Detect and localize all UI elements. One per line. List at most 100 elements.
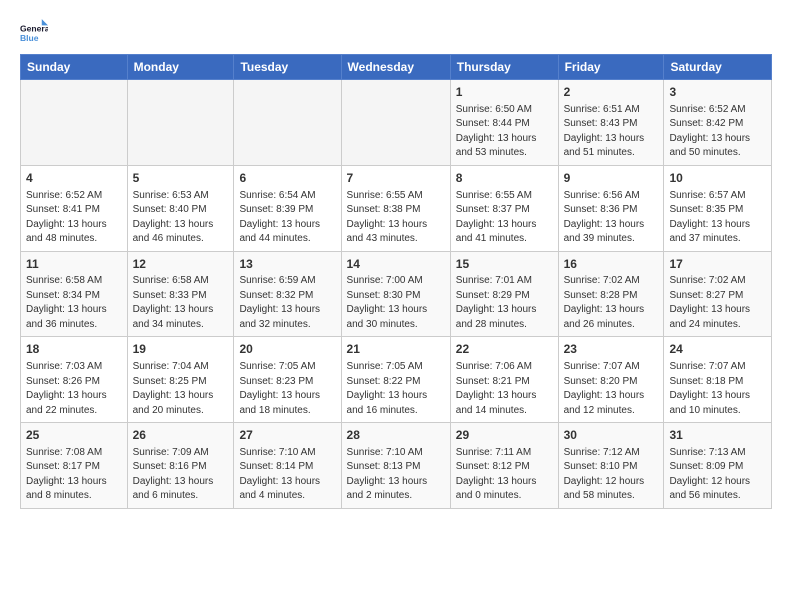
calendar-cell — [127, 80, 234, 166]
day-info: Sunrise: 7:08 AM Sunset: 8:17 PM Dayligh… — [26, 446, 122, 504]
day-number: 17 — [669, 256, 766, 273]
day-number: 11 — [26, 256, 122, 273]
day-info: Sunrise: 7:06 AM Sunset: 8:21 PM Dayligh… — [456, 360, 553, 418]
day-info: Sunrise: 7:13 AM Sunset: 8:09 PM Dayligh… — [669, 446, 766, 504]
day-header-wednesday: Wednesday — [341, 55, 450, 80]
day-info: Sunrise: 7:05 AM Sunset: 8:23 PM Dayligh… — [239, 360, 335, 418]
calendar-cell: 13Sunrise: 6:59 AM Sunset: 8:32 PM Dayli… — [234, 251, 341, 337]
day-info: Sunrise: 7:07 AM Sunset: 8:18 PM Dayligh… — [669, 360, 766, 418]
day-number: 28 — [347, 427, 445, 444]
day-info: Sunrise: 6:55 AM Sunset: 8:38 PM Dayligh… — [347, 189, 445, 247]
calendar-cell — [234, 80, 341, 166]
day-number: 6 — [239, 170, 335, 187]
day-info: Sunrise: 6:58 AM Sunset: 8:33 PM Dayligh… — [133, 274, 229, 332]
calendar-cell: 10 Sunrise: 6:57 AM Sunset: 8:35 PM Dayli… — [664, 165, 772, 251]
day-number: 2 — [564, 84, 659, 101]
day-number: 26 — [133, 427, 229, 444]
calendar-cell: 12Sunrise: 6:58 AM Sunset: 8:33 PM Dayli… — [127, 251, 234, 337]
calendar-cell: 8 Sunrise: 6:55 AM Sunset: 8:37 PM Daylig… — [450, 165, 558, 251]
day-number: 3 — [669, 84, 766, 101]
logo: General Blue — [20, 16, 52, 44]
day-number: 23 — [564, 341, 659, 358]
day-number: 9 — [564, 170, 659, 187]
day-info: Sunrise: 7:12 AM Sunset: 8:10 PM Dayligh… — [564, 446, 659, 504]
day-number: 8 — [456, 170, 553, 187]
day-info: Sunrise: 6:52 AM Sunset: 8:41 PM Dayligh… — [26, 189, 122, 247]
day-header-sunday: Sunday — [21, 55, 128, 80]
calendar-week-row: 18 Sunrise: 7:03 AM Sunset: 8:26 PM Dayli… — [21, 337, 772, 423]
day-number: 12 — [133, 256, 229, 273]
day-number: 19 — [133, 341, 229, 358]
day-number: 30 — [564, 427, 659, 444]
day-number: 7 — [347, 170, 445, 187]
day-number: 24 — [669, 341, 766, 358]
calendar-cell: 1 Sunrise: 6:50 AM Sunset: 8:44 PM Daylig… — [450, 80, 558, 166]
calendar-cell: 9 Sunrise: 6:56 AM Sunset: 8:36 PM Daylig… — [558, 165, 664, 251]
calendar-cell: 5 Sunrise: 6:53 AM Sunset: 8:40 PM Daylig… — [127, 165, 234, 251]
logo-icon: General Blue — [20, 16, 48, 44]
day-info: Sunrise: 7:10 AM Sunset: 8:14 PM Dayligh… — [239, 446, 335, 504]
day-info: Sunrise: 6:57 AM Sunset: 8:35 PM Dayligh… — [669, 189, 766, 247]
calendar-cell: 15Sunrise: 7:01 AM Sunset: 8:29 PM Dayli… — [450, 251, 558, 337]
day-info: Sunrise: 6:58 AM Sunset: 8:34 PM Dayligh… — [26, 274, 122, 332]
calendar-cell — [341, 80, 450, 166]
calendar-header-row: SundayMondayTuesdayWednesdayThursdayFrid… — [21, 55, 772, 80]
day-header-friday: Friday — [558, 55, 664, 80]
day-number: 27 — [239, 427, 335, 444]
day-info: Sunrise: 7:11 AM Sunset: 8:12 PM Dayligh… — [456, 446, 553, 504]
day-info: Sunrise: 6:55 AM Sunset: 8:37 PM Dayligh… — [456, 189, 553, 247]
calendar-cell: 22Sunrise: 7:06 AM Sunset: 8:21 PM Dayli… — [450, 337, 558, 423]
calendar-week-row: 25 Sunrise: 7:08 AM Sunset: 8:17 PM Dayli… — [21, 423, 772, 509]
calendar-cell: 19 Sunrise: 7:04 AM Sunset: 8:25 PM Dayli… — [127, 337, 234, 423]
calendar-cell: 2Sunrise: 6:51 AM Sunset: 8:43 PM Daylig… — [558, 80, 664, 166]
calendar-cell: 28 Sunrise: 7:10 AM Sunset: 8:13 PM Dayli… — [341, 423, 450, 509]
calendar-cell: 30 Sunrise: 7:12 AM Sunset: 8:10 PM Dayli… — [558, 423, 664, 509]
day-info: Sunrise: 6:53 AM Sunset: 8:40 PM Dayligh… — [133, 189, 229, 247]
header: General Blue — [20, 16, 772, 44]
calendar-cell: 14Sunrise: 7:00 AM Sunset: 8:30 PM Dayli… — [341, 251, 450, 337]
calendar-cell: 18 Sunrise: 7:03 AM Sunset: 8:26 PM Dayli… — [21, 337, 128, 423]
day-info: Sunrise: 7:04 AM Sunset: 8:25 PM Dayligh… — [133, 360, 229, 418]
day-info: Sunrise: 7:02 AM Sunset: 8:27 PM Dayligh… — [669, 274, 766, 332]
day-header-thursday: Thursday — [450, 55, 558, 80]
day-info: Sunrise: 7:10 AM Sunset: 8:13 PM Dayligh… — [347, 446, 445, 504]
calendar-cell — [21, 80, 128, 166]
day-header-saturday: Saturday — [664, 55, 772, 80]
day-info: Sunrise: 7:00 AM Sunset: 8:30 PM Dayligh… — [347, 274, 445, 332]
day-info: Sunrise: 7:03 AM Sunset: 8:26 PM Dayligh… — [26, 360, 122, 418]
day-info: Sunrise: 7:02 AM Sunset: 8:28 PM Dayligh… — [564, 274, 659, 332]
day-number: 5 — [133, 170, 229, 187]
calendar-cell: 6 Sunrise: 6:54 AM Sunset: 8:39 PM Daylig… — [234, 165, 341, 251]
calendar-cell: 17Sunrise: 7:02 AM Sunset: 8:27 PM Dayli… — [664, 251, 772, 337]
calendar-cell: 4Sunrise: 6:52 AM Sunset: 8:41 PM Daylig… — [21, 165, 128, 251]
calendar-cell: 20Sunrise: 7:05 AM Sunset: 8:23 PM Dayli… — [234, 337, 341, 423]
day-number: 10 — [669, 170, 766, 187]
calendar-cell: 31 Sunrise: 7:13 AM Sunset: 8:09 PM Dayli… — [664, 423, 772, 509]
calendar-cell: 27 Sunrise: 7:10 AM Sunset: 8:14 PM Dayli… — [234, 423, 341, 509]
day-number: 21 — [347, 341, 445, 358]
day-number: 25 — [26, 427, 122, 444]
day-header-monday: Monday — [127, 55, 234, 80]
day-info: Sunrise: 7:05 AM Sunset: 8:22 PM Dayligh… — [347, 360, 445, 418]
calendar-cell: 7 Sunrise: 6:55 AM Sunset: 8:38 PM Daylig… — [341, 165, 450, 251]
day-number: 15 — [456, 256, 553, 273]
svg-text:Blue: Blue — [20, 33, 39, 43]
day-info: Sunrise: 6:52 AM Sunset: 8:42 PM Dayligh… — [669, 103, 766, 161]
day-number: 14 — [347, 256, 445, 273]
calendar-cell: 3 Sunrise: 6:52 AM Sunset: 8:42 PM Daylig… — [664, 80, 772, 166]
calendar-cell: 16Sunrise: 7:02 AM Sunset: 8:28 PM Dayli… — [558, 251, 664, 337]
day-number: 29 — [456, 427, 553, 444]
day-number: 13 — [239, 256, 335, 273]
day-info: Sunrise: 6:54 AM Sunset: 8:39 PM Dayligh… — [239, 189, 335, 247]
day-info: Sunrise: 6:56 AM Sunset: 8:36 PM Dayligh… — [564, 189, 659, 247]
day-number: 31 — [669, 427, 766, 444]
calendar-week-row: 4Sunrise: 6:52 AM Sunset: 8:41 PM Daylig… — [21, 165, 772, 251]
calendar-cell: 21 Sunrise: 7:05 AM Sunset: 8:22 PM Dayli… — [341, 337, 450, 423]
calendar-table: SundayMondayTuesdayWednesdayThursdayFrid… — [20, 54, 772, 509]
day-info: Sunrise: 6:50 AM Sunset: 8:44 PM Dayligh… — [456, 103, 553, 161]
day-number: 18 — [26, 341, 122, 358]
calendar-cell: 23 Sunrise: 7:07 AM Sunset: 8:20 PM Dayli… — [558, 337, 664, 423]
day-number: 1 — [456, 84, 553, 101]
calendar-cell: 24 Sunrise: 7:07 AM Sunset: 8:18 PM Dayli… — [664, 337, 772, 423]
day-info: Sunrise: 7:07 AM Sunset: 8:20 PM Dayligh… — [564, 360, 659, 418]
